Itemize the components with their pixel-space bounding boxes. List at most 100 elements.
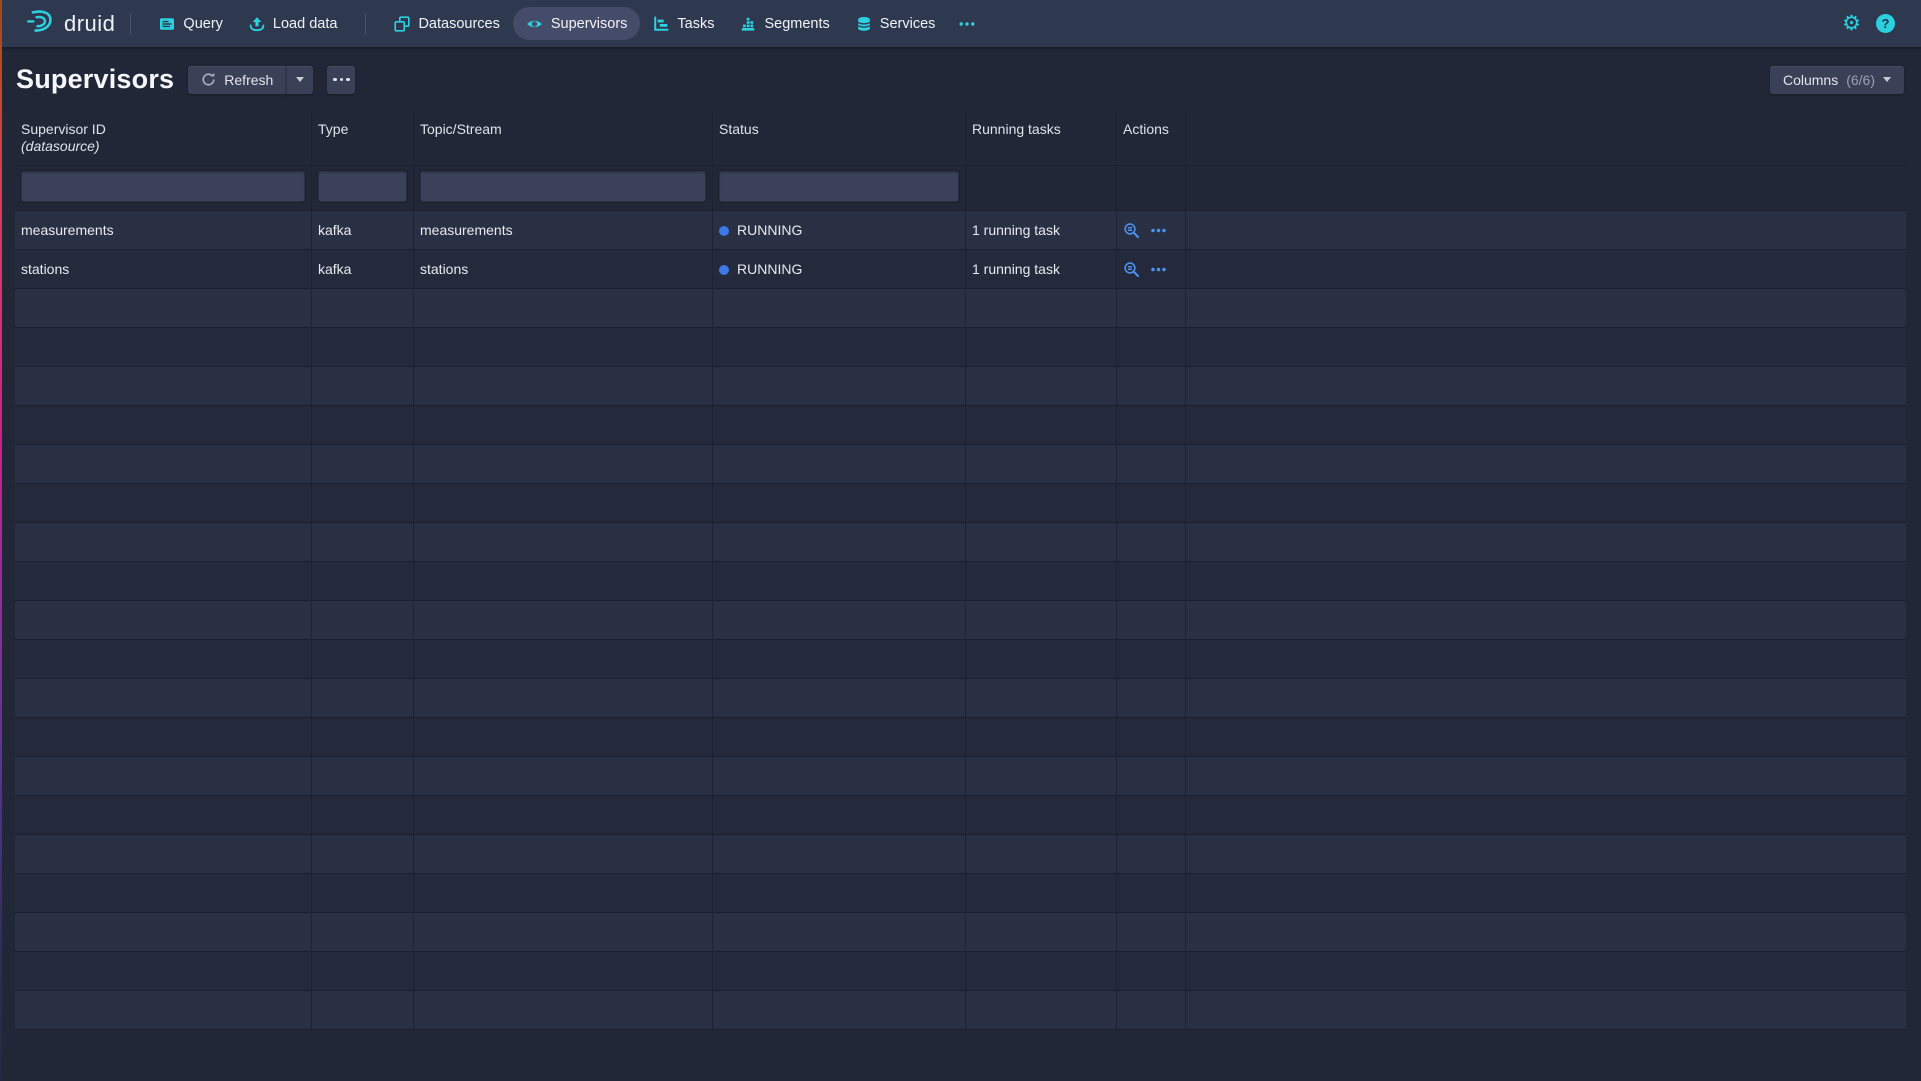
empty-table-row: [15, 406, 1906, 445]
screen-edge-gradient: [0, 0, 2, 1081]
empty-table-row: [15, 523, 1906, 562]
help-icon[interactable]: ?: [1876, 14, 1895, 33]
nav-item-supervisors[interactable]: Supervisors: [513, 7, 641, 40]
refresh-split-button: Refresh: [188, 66, 313, 94]
settings-gear-icon[interactable]: ⚙: [1842, 13, 1861, 34]
cell-supervisor-id: stations: [15, 250, 312, 288]
more-icon: [333, 78, 337, 82]
nav-item-datasources[interactable]: Datasources: [381, 7, 512, 40]
title-bar: Supervisors Refresh Columns (6/6): [0, 47, 1921, 112]
nav-item-services[interactable]: Services: [843, 7, 949, 40]
nav-more-icon[interactable]: [948, 16, 986, 32]
table-filter-row: [15, 166, 1906, 211]
columns-label: Columns: [1783, 72, 1838, 88]
table-row[interactable]: measurementskafkameasurementsRUNNING1 ru…: [15, 211, 1906, 250]
page-title: Supervisors: [16, 64, 174, 95]
header-type[interactable]: Type: [312, 112, 414, 165]
filter-topic-stream-input[interactable]: [420, 171, 706, 202]
filter-type-input[interactable]: [318, 171, 407, 202]
services-icon: [856, 16, 872, 32]
filter-status-input[interactable]: [719, 171, 959, 202]
nav-items: Query Load data Datasources: [146, 7, 986, 40]
refresh-label: Refresh: [224, 72, 273, 88]
empty-table-row: [15, 367, 1906, 406]
search-detail-icon[interactable]: [1123, 222, 1140, 239]
cell-type: kafka: [312, 250, 414, 288]
empty-table-row: [15, 913, 1906, 952]
empty-table-row: [15, 718, 1906, 757]
empty-table-row: [15, 640, 1906, 679]
nav-item-load-data[interactable]: Load data: [236, 7, 351, 40]
columns-picker-button[interactable]: Columns (6/6): [1770, 66, 1904, 94]
empty-table-row: [15, 562, 1906, 601]
row-more-icon[interactable]: [1150, 222, 1167, 239]
refresh-icon: [201, 72, 216, 87]
cell-filler: [1186, 250, 1906, 288]
empty-table-row: [15, 328, 1906, 367]
cell-topic-stream: stations: [414, 250, 713, 288]
refresh-button[interactable]: Refresh: [188, 66, 286, 94]
nav-divider: [365, 13, 366, 35]
header-topic-stream[interactable]: Topic/Stream: [414, 112, 713, 165]
header-supervisor-id-sublabel: (datasource): [21, 138, 311, 155]
query-icon: [159, 16, 175, 32]
cell-supervisor-id: measurements: [15, 211, 312, 249]
empty-table-row: [15, 679, 1906, 718]
empty-table-row: [15, 445, 1906, 484]
header-status[interactable]: Status: [713, 112, 966, 165]
empty-table-row: [15, 601, 1906, 640]
header-running-tasks[interactable]: Running tasks: [966, 112, 1117, 165]
load-data-icon: [249, 16, 265, 32]
empty-table-row: [15, 757, 1906, 796]
druid-logo[interactable]: druid: [26, 9, 115, 39]
segments-icon: [740, 16, 756, 32]
empty-table-row: [15, 796, 1906, 835]
empty-table-row: [15, 952, 1906, 991]
nav-item-query[interactable]: Query: [146, 7, 236, 40]
row-more-icon[interactable]: [1150, 261, 1167, 278]
header-actions: Actions: [1117, 112, 1186, 165]
tasks-icon: [653, 16, 669, 32]
columns-count: (6/6): [1846, 72, 1875, 88]
status-dot-icon: [719, 265, 729, 275]
table-row[interactable]: stationskafkastationsRUNNING1 running ta…: [15, 250, 1906, 289]
chevron-down-icon: [1883, 77, 1891, 82]
top-nav: druid Query Load data: [0, 0, 1921, 47]
table-header-row: Supervisor ID (datasource) Type Topic/St…: [15, 112, 1906, 166]
nav-divider: [130, 13, 131, 35]
nav-right: ⚙ ?: [1842, 13, 1895, 34]
datasources-icon: [394, 16, 410, 32]
status-dot-icon: [719, 226, 729, 236]
cell-status: RUNNING: [713, 211, 966, 249]
title-more-actions-button[interactable]: [327, 66, 355, 94]
empty-table-row: [15, 874, 1906, 913]
empty-table-row: [15, 289, 1906, 328]
nav-item-label: Query: [183, 16, 223, 32]
table-body: measurementskafkameasurementsRUNNING1 ru…: [15, 211, 1906, 1030]
chevron-down-icon: [296, 77, 304, 82]
nav-item-label: Services: [880, 16, 936, 32]
cell-actions: [1117, 211, 1186, 249]
nav-item-label: Datasources: [418, 16, 499, 32]
supervisors-table: Supervisor ID (datasource) Type Topic/St…: [15, 112, 1906, 1030]
empty-table-row: [15, 991, 1906, 1030]
empty-table-row: [15, 835, 1906, 874]
refresh-interval-caret-button[interactable]: [286, 66, 313, 94]
cell-filler: [1186, 211, 1906, 249]
cell-status: RUNNING: [713, 250, 966, 288]
search-detail-icon[interactable]: [1123, 261, 1140, 278]
nav-item-label: Tasks: [677, 16, 714, 32]
nav-item-tasks[interactable]: Tasks: [640, 7, 727, 40]
nav-item-label: Segments: [764, 16, 829, 32]
filter-supervisor-id-input[interactable]: [21, 171, 305, 202]
druid-logo-text: druid: [64, 11, 115, 37]
nav-item-label: Supervisors: [551, 16, 628, 32]
nav-item-label: Load data: [273, 16, 338, 32]
header-supervisor-id[interactable]: Supervisor ID (datasource): [15, 112, 312, 165]
cell-topic-stream: measurements: [414, 211, 713, 249]
empty-table-row: [15, 484, 1906, 523]
nav-item-segments[interactable]: Segments: [727, 7, 842, 40]
druid-logo-icon: [26, 9, 55, 39]
cell-type: kafka: [312, 211, 414, 249]
cell-running-tasks: 1 running task: [966, 250, 1117, 288]
